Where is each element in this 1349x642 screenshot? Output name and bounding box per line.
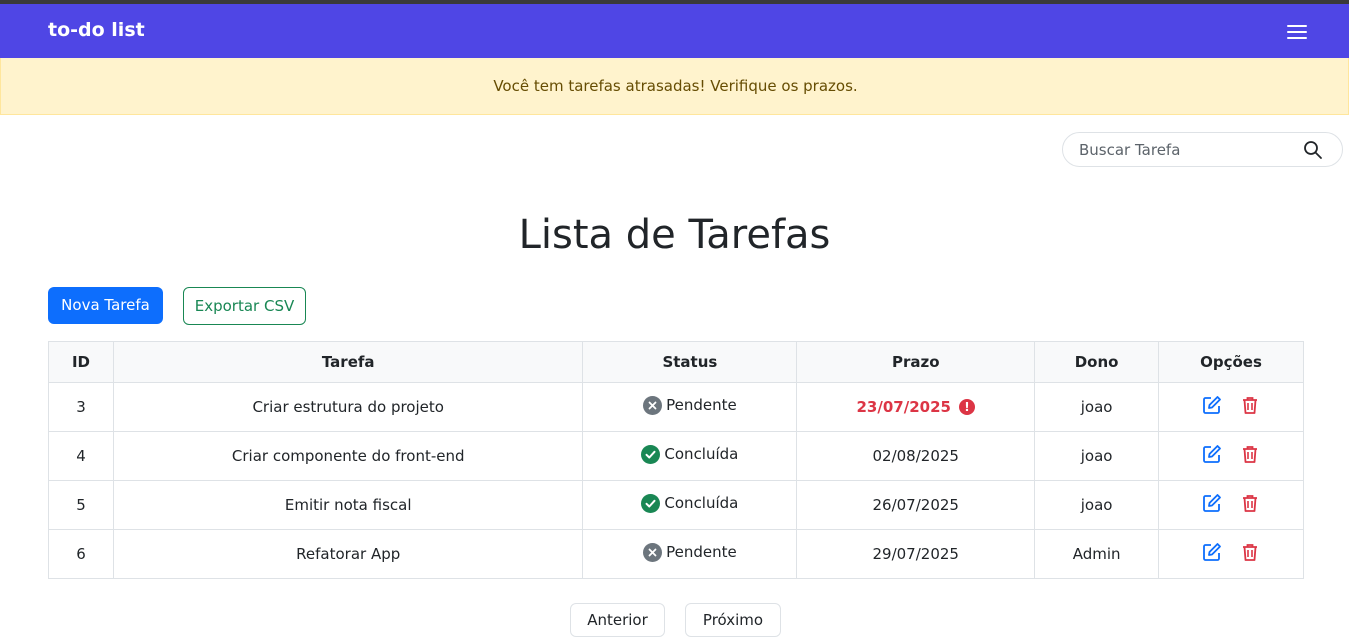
cell-status: Pendente bbox=[582, 529, 798, 579]
cell-deadline: 26/07/2025 bbox=[796, 480, 1036, 530]
cell-id: 4 bbox=[48, 431, 114, 481]
trash-icon[interactable] bbox=[1240, 493, 1260, 513]
trash-icon[interactable] bbox=[1240, 395, 1260, 415]
x-circle-icon bbox=[643, 542, 663, 562]
navbar-brand[interactable]: to-do list bbox=[48, 19, 145, 41]
edit-icon[interactable] bbox=[1202, 542, 1222, 562]
search-icon[interactable] bbox=[1303, 140, 1323, 160]
deadline-overdue: 23/07/2025 bbox=[856, 398, 951, 416]
trash-icon[interactable] bbox=[1240, 542, 1260, 562]
tasks-table: ID Tarefa Status Prazo Dono Opções 3 Cri… bbox=[48, 341, 1304, 579]
cell-task: Criar estrutura do projeto bbox=[112, 382, 584, 432]
cell-deadline: 29/07/2025 bbox=[796, 529, 1036, 579]
cell-options bbox=[1158, 529, 1304, 579]
exclamation-circle-icon: ! bbox=[958, 399, 975, 415]
previous-page-button[interactable]: Anterior bbox=[570, 603, 665, 637]
cell-owner: joao bbox=[1034, 480, 1160, 530]
hamburger-menu-icon[interactable] bbox=[1285, 22, 1309, 42]
cell-options bbox=[1158, 382, 1304, 432]
table-row: 5 Emitir nota fiscal Concluída 26/07/202… bbox=[48, 480, 1304, 530]
search-input[interactable] bbox=[1079, 140, 1299, 160]
status-label: Concluída bbox=[664, 445, 739, 463]
header-options: Opções bbox=[1158, 341, 1304, 383]
status-label: Pendente bbox=[666, 543, 737, 561]
cell-owner: Admin bbox=[1034, 529, 1160, 579]
export-csv-button[interactable]: Exportar CSV bbox=[183, 287, 306, 325]
cell-id: 3 bbox=[48, 382, 114, 432]
cell-id: 5 bbox=[48, 480, 114, 530]
overdue-alert: Você tem tarefas atrasadas! Verifique os… bbox=[0, 58, 1349, 115]
edit-icon[interactable] bbox=[1202, 444, 1222, 464]
search-box bbox=[1062, 132, 1343, 167]
cell-deadline: 02/08/2025 bbox=[796, 431, 1036, 481]
edit-icon[interactable] bbox=[1202, 395, 1222, 415]
navbar: to-do list bbox=[0, 4, 1349, 58]
status-label: Concluída bbox=[664, 494, 739, 512]
cell-owner: joao bbox=[1034, 431, 1160, 481]
x-circle-icon bbox=[643, 395, 663, 415]
cell-task: Refatorar App bbox=[112, 529, 584, 579]
cell-status: Pendente bbox=[582, 382, 798, 432]
alert-text: Você tem tarefas atrasadas! Verifique os… bbox=[493, 77, 858, 95]
table-header-row: ID Tarefa Status Prazo Dono Opções bbox=[48, 341, 1304, 383]
cell-status: Concluída bbox=[582, 480, 798, 530]
header-id: ID bbox=[48, 341, 114, 383]
header-task: Tarefa bbox=[112, 341, 584, 383]
cell-status: Concluída bbox=[582, 431, 798, 481]
header-deadline: Prazo bbox=[796, 341, 1036, 383]
check-circle-icon bbox=[641, 493, 661, 513]
check-circle-icon bbox=[641, 444, 661, 464]
table-row: 6 Refatorar App Pendente 29/07/2025 Admi… bbox=[48, 529, 1304, 579]
cell-task: Emitir nota fiscal bbox=[112, 480, 584, 530]
cell-deadline: 23/07/2025 ! bbox=[796, 382, 1036, 432]
trash-icon[interactable] bbox=[1240, 444, 1260, 464]
new-task-button[interactable]: Nova Tarefa bbox=[48, 287, 163, 324]
next-page-button[interactable]: Próximo bbox=[685, 603, 781, 637]
table-row: 4 Criar componente do front-end Concluíd… bbox=[48, 431, 1304, 481]
header-status: Status bbox=[582, 341, 798, 383]
status-label: Pendente bbox=[666, 396, 737, 414]
cell-owner: joao bbox=[1034, 382, 1160, 432]
cell-task: Criar componente do front-end bbox=[112, 431, 584, 481]
edit-icon[interactable] bbox=[1202, 493, 1222, 513]
cell-options bbox=[1158, 480, 1304, 530]
cell-options bbox=[1158, 431, 1304, 481]
table-row: 3 Criar estrutura do projeto Pendente 23… bbox=[48, 382, 1304, 432]
cell-id: 6 bbox=[48, 529, 114, 579]
header-owner: Dono bbox=[1034, 341, 1160, 383]
page-title: Lista de Tarefas bbox=[518, 212, 831, 258]
